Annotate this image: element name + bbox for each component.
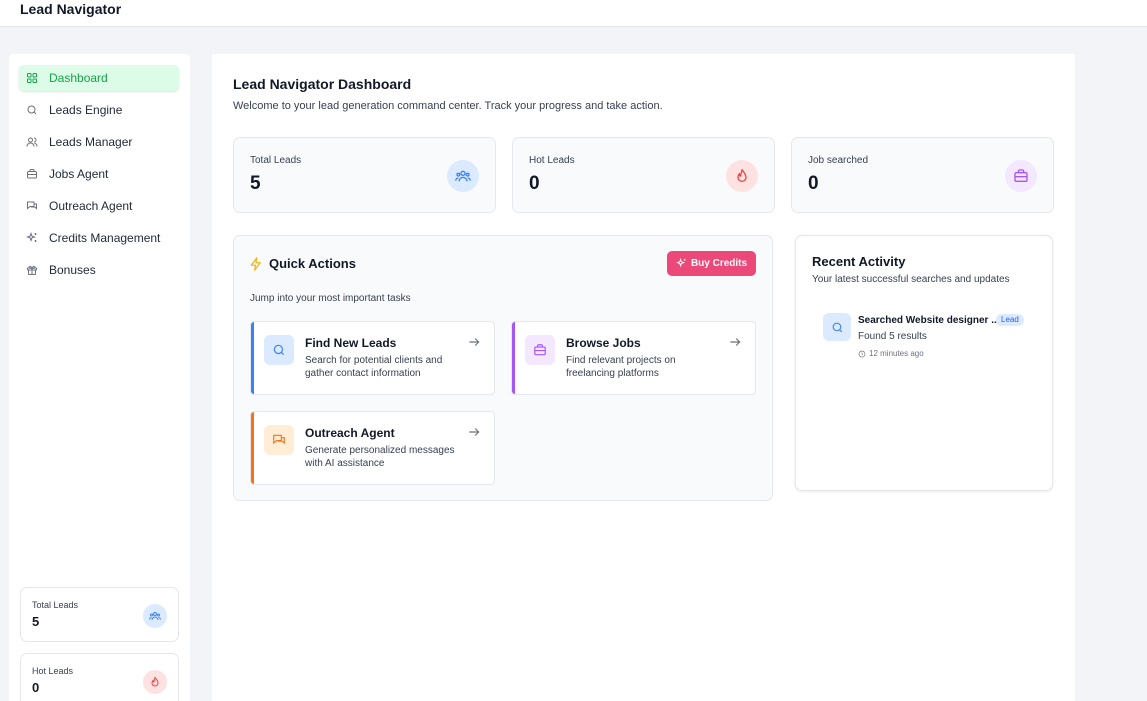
top-bar: Lead Navigator: [0, 0, 1147, 27]
flame-icon: [143, 670, 167, 694]
sidebar-stat-total-leads: Total Leads 5: [20, 587, 179, 642]
action-card-outreach-agent[interactable]: Outreach Agent Generate personalized mes…: [250, 411, 495, 485]
app-title: Lead Navigator: [20, 1, 122, 17]
grid-icon: [25, 71, 39, 85]
action-card-browse-jobs[interactable]: Browse Jobs Find relevant projects on fr…: [511, 321, 756, 395]
sidebar-item-label: Jobs Agent: [49, 167, 109, 181]
sidebar-item-label: Dashboard: [49, 71, 108, 85]
stat-label: Hot Leads: [32, 666, 74, 676]
briefcase-icon: [25, 167, 39, 181]
quick-actions-panel: Quick Actions Jump into your most import…: [233, 235, 773, 501]
buy-credits-label: Buy Credits: [690, 258, 748, 269]
sidebar-stat-hot-leads: Hot Leads 0: [20, 653, 179, 701]
stat-card-hot-leads: Hot Leads 0: [512, 137, 775, 213]
action-title: Outreach Agent: [305, 426, 395, 440]
action-description: Find relevant projects on freelancing pl…: [566, 355, 676, 379]
sidebar-item-dashboard[interactable]: Dashboard: [19, 65, 179, 91]
lightning-icon: [250, 257, 262, 271]
sidebar-item-credits-management[interactable]: Credits Management: [19, 225, 179, 251]
sidebar-item-bonuses[interactable]: Bonuses: [19, 257, 179, 283]
search-icon: [823, 313, 851, 341]
flame-icon: [726, 160, 758, 192]
sidebar-item-jobs-agent[interactable]: Jobs Agent: [19, 161, 179, 187]
accent-bar: [251, 322, 254, 394]
sidebar-item-label: Leads Engine: [49, 103, 123, 117]
stat-value: 0: [529, 173, 540, 194]
buy-credits-button[interactable]: Buy Credits: [667, 251, 756, 276]
users-icon: [447, 160, 479, 192]
recent-activity-title: Recent Activity: [812, 254, 906, 269]
sidebar-item-outreach-agent[interactable]: Outreach Agent: [19, 193, 179, 219]
stat-card-job-searched: Job searched 0: [791, 137, 1054, 213]
stat-value: 0: [32, 680, 40, 695]
arrow-right-icon: [730, 338, 741, 346]
accent-bar: [251, 412, 254, 484]
stat-value: 0: [808, 173, 819, 194]
activity-title[interactable]: Searched Website designer ...: [858, 315, 1000, 326]
users-icon: [25, 135, 39, 149]
stat-value: 5: [250, 173, 261, 194]
recent-activity-panel: Recent Activity Your latest successful s…: [795, 235, 1053, 491]
activity-time: 12 minutes ago: [858, 349, 924, 358]
stat-label: Total Leads: [32, 600, 79, 610]
accent-bar: [512, 322, 515, 394]
gift-icon: [25, 263, 39, 277]
sidebar: Dashboard Leads Engine Leads Manager Job…: [9, 54, 190, 701]
sidebar-item-label: Credits Management: [49, 231, 161, 245]
briefcase-icon: [1005, 160, 1037, 192]
activity-result: Found 5 results: [858, 331, 927, 342]
activity-time-label: 12 minutes ago: [869, 349, 924, 358]
briefcase-icon: [525, 335, 555, 365]
main-content: Lead Navigator Dashboard Welcome to your…: [212, 54, 1075, 701]
action-description: Generate personalized messages with AI a…: [305, 445, 455, 469]
search-icon: [25, 103, 39, 117]
page-title: Lead Navigator Dashboard: [233, 76, 412, 92]
recent-activity-subtitle: Your latest successful searches and upda…: [812, 274, 1010, 285]
sparkles-icon: [25, 231, 39, 245]
arrow-right-icon: [469, 338, 480, 346]
activity-badge: Lead: [996, 314, 1024, 326]
page-subtitle: Welcome to your lead generation command …: [233, 100, 663, 112]
stat-value: 5: [32, 614, 40, 629]
users-icon: [143, 604, 167, 628]
chat-icon: [25, 199, 39, 213]
sidebar-item-label: Bonuses: [49, 263, 96, 277]
clock-icon: [858, 350, 866, 357]
stat-label: Hot Leads: [529, 155, 575, 166]
stat-card-total-leads: Total Leads 5: [233, 137, 496, 213]
stat-label: Total Leads: [250, 155, 302, 166]
action-description: Search for potential clients and gather …: [305, 355, 443, 379]
chat-icon: [264, 425, 294, 455]
arrow-right-icon: [469, 428, 480, 436]
action-card-find-new-leads[interactable]: Find New Leads Search for potential clie…: [250, 321, 495, 395]
sidebar-item-label: Leads Manager: [49, 135, 133, 149]
sidebar-item-label: Outreach Agent: [49, 199, 133, 213]
search-icon: [264, 335, 294, 365]
sidebar-item-leads-engine[interactable]: Leads Engine: [19, 97, 179, 123]
action-title: Find New Leads: [305, 336, 397, 350]
quick-actions-subtitle: Jump into your most important tasks: [250, 293, 411, 304]
sidebar-item-leads-manager[interactable]: Leads Manager: [19, 129, 179, 155]
action-title: Browse Jobs: [566, 336, 641, 350]
sparkles-icon: [675, 258, 686, 268]
quick-actions-title: Quick Actions: [269, 256, 356, 271]
stat-label: Job searched: [808, 155, 869, 166]
